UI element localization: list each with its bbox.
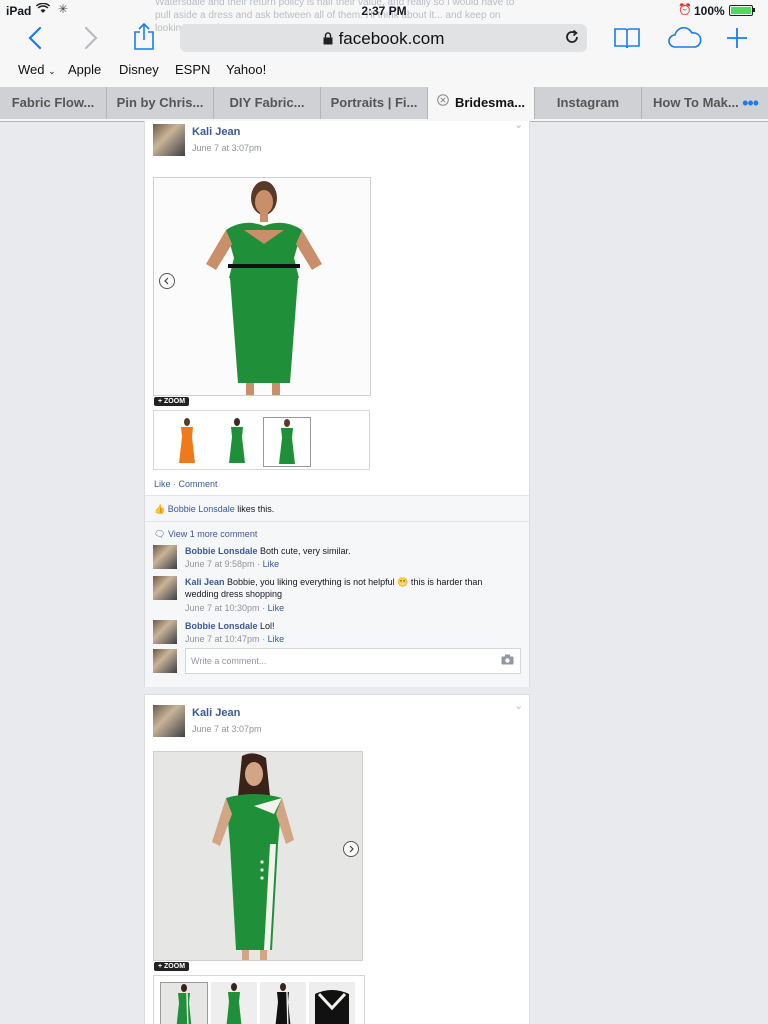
zoom-label[interactable]: + ZOOM xyxy=(154,962,190,971)
back-button[interactable] xyxy=(26,26,44,55)
favorite-espn[interactable]: ESPN xyxy=(175,62,210,77)
thumbnail-orange-dress[interactable] xyxy=(164,417,210,465)
avatar[interactable] xyxy=(153,545,177,569)
comment-body: Kali Jean Bobbie, you liking everything … xyxy=(185,577,483,599)
share-button[interactable] xyxy=(133,22,155,56)
thumbnail-strip xyxy=(153,410,370,470)
avatar[interactable] xyxy=(153,124,185,156)
chevron-down-icon: ⌄ xyxy=(48,66,56,76)
lock-icon xyxy=(323,30,333,50)
thumbnail-black-dress[interactable] xyxy=(260,982,306,1024)
address-bar[interactable]: facebook.com xyxy=(180,24,587,52)
comments-section: 👍 Bobbie Lonsdale likes this. 🗨 View 1 m… xyxy=(145,495,529,687)
tab-portraits[interactable]: Portraits | Fi... xyxy=(321,87,428,119)
battery-tip xyxy=(753,8,755,12)
comment-like-link[interactable]: Like xyxy=(268,603,285,613)
gallery-next-button[interactable] xyxy=(343,841,359,857)
comment-link[interactable]: Comment xyxy=(179,479,218,489)
view-more-comments[interactable]: 🗨 View 1 more comment xyxy=(154,529,257,540)
avatar[interactable] xyxy=(153,576,177,600)
comment-body: Bobbie Lonsdale Both cute, very similar. xyxy=(185,546,351,556)
thumbnail-green-dress-front[interactable] xyxy=(160,982,208,1024)
favorite-apple[interactable]: Apple xyxy=(68,62,101,77)
post-author[interactable]: Kali Jean xyxy=(192,707,240,719)
tab-diy-fabric[interactable]: DIY Fabric... xyxy=(214,87,321,119)
status-time: 2:37 PM xyxy=(361,4,407,18)
comment-author[interactable]: Bobbie Lonsdale xyxy=(185,546,258,556)
avatar xyxy=(153,649,177,673)
battery-fill xyxy=(731,7,751,14)
avatar[interactable] xyxy=(153,705,185,737)
close-tab-icon[interactable] xyxy=(437,87,449,118)
post-time[interactable]: June 7 at 3:07pm xyxy=(192,724,262,734)
thumbnail-green-dress-front[interactable] xyxy=(263,417,311,467)
comment-meta: June 7 at 10:47pm · Like xyxy=(185,634,285,644)
favorite-yahoo[interactable]: Yahoo! xyxy=(226,62,266,77)
comment-like-link[interactable]: Like xyxy=(263,559,280,569)
write-comment-input[interactable]: Write a comment... xyxy=(185,648,521,674)
post-time[interactable]: June 7 at 3:07pm xyxy=(192,143,262,153)
tab-bar: Fabric Flow... Pin by Chris... DIY Fabri… xyxy=(0,87,768,120)
post-options-chevron-icon[interactable]: ⌄ xyxy=(514,699,523,712)
comment-meta: June 7 at 10:30pm · Like xyxy=(185,603,285,613)
forward-button[interactable] xyxy=(82,26,100,55)
tab-bridesmaid[interactable]: Bridesma... xyxy=(428,87,535,119)
thumbnail-black-dress-closeup[interactable] xyxy=(309,982,355,1024)
tab-pin-by-chris[interactable]: Pin by Chris... xyxy=(107,87,214,119)
dress-main-image[interactable] xyxy=(153,751,363,961)
browser-chrome: Watersdale and their return policy is ha… xyxy=(0,0,768,122)
thumbnail-green-dress-back[interactable] xyxy=(214,417,260,465)
thumbnail-green-dress-back[interactable] xyxy=(211,982,257,1024)
zoom-label[interactable]: + ZOOM xyxy=(154,397,190,406)
post-card: Kali Jean June 7 at 3:07pm ⌄ xyxy=(144,694,530,1024)
alarm-icon: ⏰ xyxy=(678,4,692,16)
comment-like-link[interactable]: Like xyxy=(268,634,285,644)
gallery-prev-button[interactable] xyxy=(159,273,175,289)
comment-meta: June 7 at 9:58pm · Like xyxy=(185,559,280,569)
battery-icon xyxy=(729,5,753,16)
comment-bubble-icon: 🗨 xyxy=(154,529,166,539)
post-actions: Like · Comment xyxy=(154,479,218,489)
favorite-wed[interactable]: Wed ⌄ xyxy=(18,62,56,77)
thumbs-up-icon: 👍 xyxy=(154,504,166,514)
avatar[interactable] xyxy=(153,620,177,644)
favorite-disney[interactable]: Disney xyxy=(119,62,159,77)
post-card: Kali Jean June 7 at 3:07pm ⌄ xyxy=(144,121,530,687)
new-tab-button[interactable] xyxy=(726,27,748,54)
grimace-emoji-icon: 😬 xyxy=(397,577,409,587)
camera-icon[interactable] xyxy=(501,654,514,667)
liker-name[interactable]: Bobbie Lonsdale xyxy=(168,504,235,514)
thumbnail-strip xyxy=(153,975,365,1024)
status-bar: iPad ✳ 2:37 PM ⏰ 100% xyxy=(0,0,768,22)
page-content: Kali Jean June 7 at 3:07pm ⌄ + ZOOM Like… xyxy=(0,121,768,1024)
icloud-tabs-button[interactable] xyxy=(667,27,703,54)
post-author[interactable]: Kali Jean xyxy=(192,126,240,138)
comment-author[interactable]: Kali Jean xyxy=(185,577,225,587)
tab-fabric-flow[interactable]: Fabric Flow... xyxy=(0,87,107,119)
likes-summary: 👍 Bobbie Lonsdale likes this. xyxy=(154,504,275,514)
address-text: facebook.com xyxy=(338,29,445,48)
reload-icon[interactable] xyxy=(564,29,580,50)
more-tabs-icon[interactable]: ••• xyxy=(742,87,759,119)
dress-main-image[interactable] xyxy=(153,177,371,396)
comment-author[interactable]: Bobbie Lonsdale xyxy=(185,621,258,631)
like-link[interactable]: Like xyxy=(154,479,171,489)
bookmarks-button[interactable] xyxy=(613,26,641,55)
post-options-chevron-icon[interactable]: ⌄ xyxy=(514,121,523,131)
tab-instagram[interactable]: Instagram xyxy=(535,87,642,119)
battery-percent: 100% xyxy=(694,4,725,18)
comment-body: Bobbie Lonsdale Lol! xyxy=(185,621,275,631)
